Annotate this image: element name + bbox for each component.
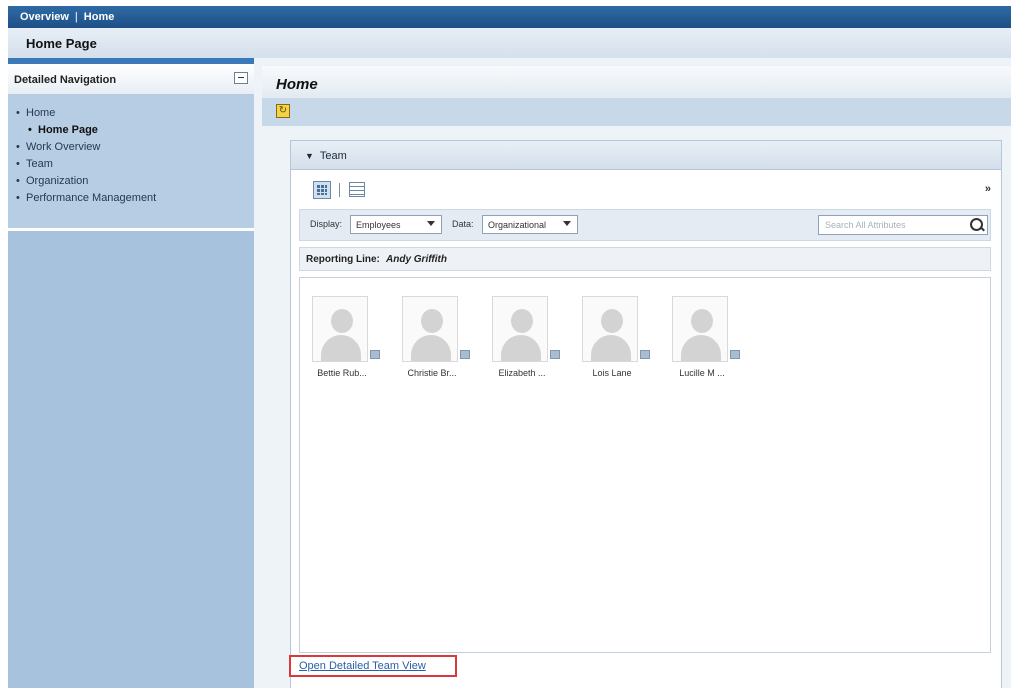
open-detailed-team-view-highlight: Open Detailed Team View <box>289 655 457 677</box>
avatar[interactable] <box>672 296 728 362</box>
info-badge-icon[interactable] <box>730 350 740 359</box>
more-chevron-icon[interactable]: » <box>985 183 991 195</box>
reporting-line: Reporting Line: Andy Griffith <box>299 247 991 271</box>
page-header: Home Page <box>8 28 1011 58</box>
nav-item-performance-management[interactable]: Performance Management <box>8 190 254 207</box>
member-name[interactable]: Bettie Rub... <box>306 368 378 378</box>
filter-bar: Display: Employees Data: Organizational … <box>299 209 991 241</box>
avatar[interactable] <box>582 296 638 362</box>
nav-item-home[interactable]: Home <box>8 105 254 122</box>
search-icon[interactable] <box>970 218 983 231</box>
open-detailed-team-view-link[interactable]: Open Detailed Team View <box>299 660 426 672</box>
data-label: Data: <box>452 219 474 229</box>
minimize-icon[interactable] <box>234 72 248 84</box>
refresh-icon[interactable]: ↻ <box>276 104 290 118</box>
main-toolbar: ↻ <box>262 98 1011 126</box>
team-members-area: Bettie Rub... Christie Br... Elizabeth .… <box>299 277 991 653</box>
info-badge-icon[interactable] <box>460 350 470 359</box>
nav-item-home-page[interactable]: Home Page <box>8 122 254 139</box>
nav-title: Detailed Navigation <box>14 74 117 86</box>
table-view-icon[interactable] <box>349 182 365 197</box>
grid-view-icon[interactable] <box>313 181 331 199</box>
crumb-overview[interactable]: Overview <box>20 11 69 23</box>
search-input[interactable]: Search All Attributes <box>818 215 988 235</box>
team-member-card[interactable]: Bettie Rub... <box>306 292 382 382</box>
crumb-separator: | <box>74 11 78 23</box>
team-member-card[interactable]: Lois Lane <box>576 292 652 382</box>
nav-header: Detailed Navigation <box>8 64 254 95</box>
main-title-bar: Home <box>262 66 1011 98</box>
team-panel: ▼ Team » Display: Employees Data: Organiz… <box>289 140 1002 696</box>
member-name[interactable]: Christie Br... <box>396 368 468 378</box>
member-name[interactable]: Lucille M ... <box>666 368 738 378</box>
avatar[interactable] <box>312 296 368 362</box>
avatar[interactable] <box>402 296 458 362</box>
chevron-down-icon <box>427 221 435 226</box>
view-divider <box>339 183 340 197</box>
screenshot-margin-left <box>0 0 8 696</box>
top-breadcrumb: Overview | Home <box>20 11 114 23</box>
search-placeholder: Search All Attributes <box>825 220 906 230</box>
avatar[interactable] <box>492 296 548 362</box>
main-title: Home <box>276 76 318 93</box>
data-value: Organizational <box>488 220 547 230</box>
nav-item-work-overview[interactable]: Work Overview <box>8 139 254 156</box>
info-badge-icon[interactable] <box>550 350 560 359</box>
display-label: Display: <box>310 219 343 229</box>
team-member-card[interactable]: Elizabeth ... <box>486 292 562 382</box>
reporting-line-label: Reporting Line: <box>306 254 380 265</box>
nav-list: Home Home Page Work Overview Team Organi… <box>8 95 254 231</box>
info-badge-icon[interactable] <box>370 350 380 359</box>
team-member-card[interactable]: Christie Br... <box>396 292 472 382</box>
top-navigation-bar: Overview | Home <box>8 6 1011 28</box>
main-content: Home ↻ ▼ Team » Display: Employees Data:… <box>262 58 1011 696</box>
app-frame: Overview | Home Home Page Detailed Navigat… <box>8 6 1011 696</box>
triangle-down-icon[interactable]: ▼ <box>305 151 314 161</box>
chevron-down-icon <box>563 221 571 226</box>
reporting-line-value[interactable]: Andy Griffith <box>386 254 447 265</box>
view-toggle-bar: » <box>291 181 1001 205</box>
member-name[interactable]: Lois Lane <box>576 368 648 378</box>
data-select[interactable]: Organizational <box>482 215 578 234</box>
team-panel-header[interactable]: ▼ Team <box>291 141 1001 170</box>
crumb-home[interactable]: Home <box>84 11 115 23</box>
team-member-card[interactable]: Lucille M ... <box>666 292 742 382</box>
nav-item-organization[interactable]: Organization <box>8 173 254 190</box>
nav-item-team[interactable]: Team <box>8 156 254 173</box>
page-title: Home Page <box>26 36 97 51</box>
screenshot-margin-bottom <box>0 688 1011 696</box>
member-name[interactable]: Elizabeth ... <box>486 368 558 378</box>
detailed-navigation-panel: Detailed Navigation Home Home Page Work … <box>8 58 254 696</box>
team-panel-title: Team <box>319 150 347 162</box>
info-badge-icon[interactable] <box>640 350 650 359</box>
display-select[interactable]: Employees <box>350 215 442 234</box>
display-value: Employees <box>356 220 401 230</box>
